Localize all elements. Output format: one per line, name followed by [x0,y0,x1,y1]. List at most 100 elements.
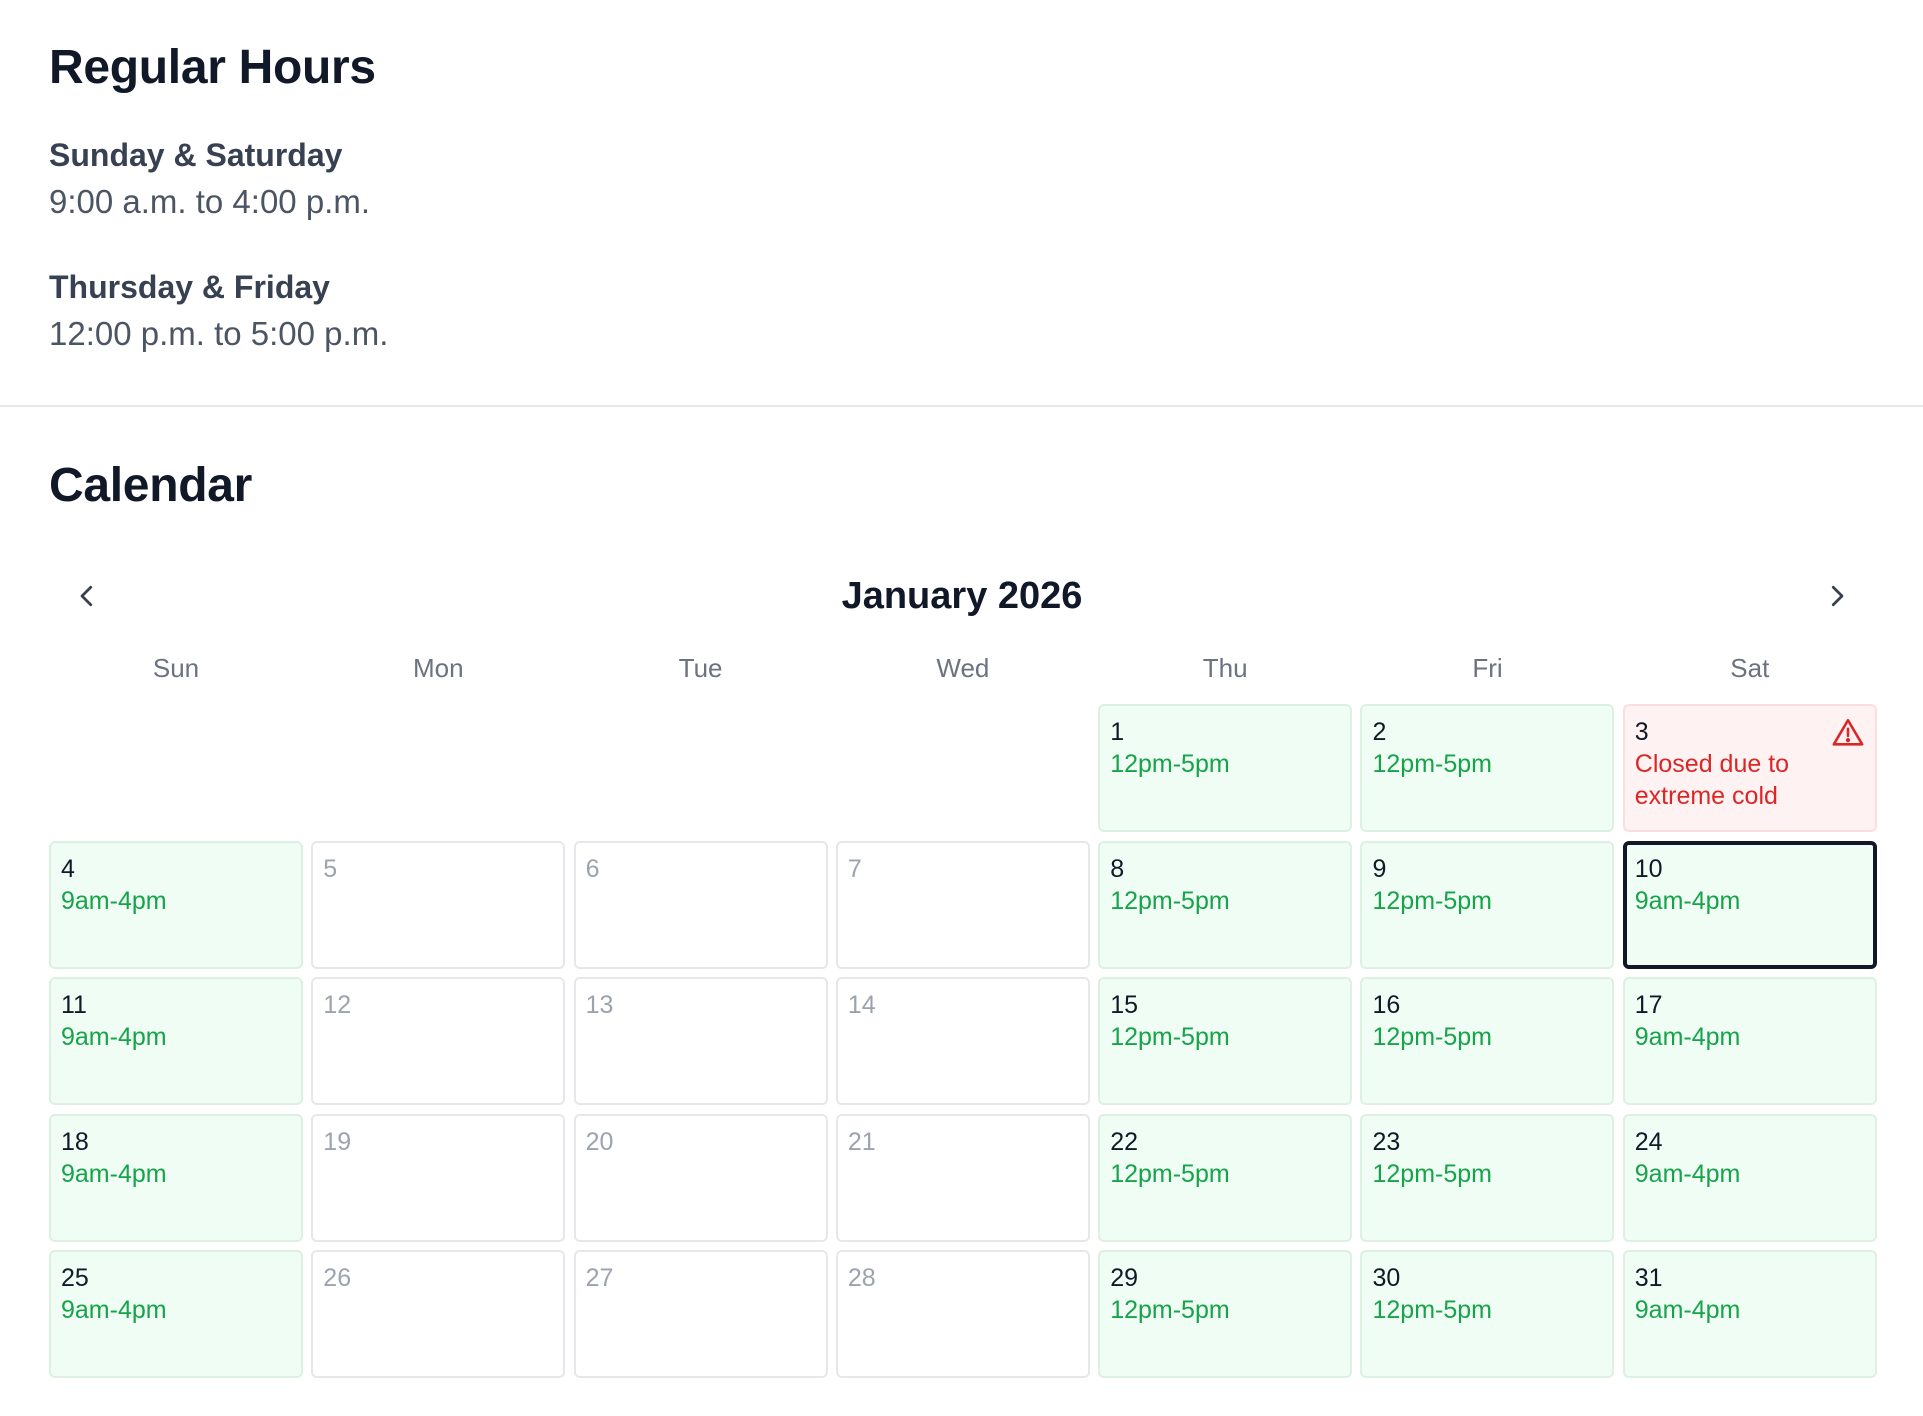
calendar-day-7[interactable]: 7 [835,840,1090,969]
calendar-day-21[interactable]: 21 [835,1113,1090,1242]
day-hours: 12pm-5pm [1372,750,1492,778]
weekday-thu: Thu [1202,653,1248,683]
chevron-right-icon [1831,585,1844,607]
day-number: 29 [1110,1264,1138,1292]
day-hours: 12pm-5pm [1372,1023,1492,1051]
calendar-day-19[interactable]: 19 [311,1113,566,1242]
day-number: 23 [1372,1127,1401,1156]
day-number: 4 [61,854,75,883]
calendar-day-29[interactable]: 29 12pm-5pm [1098,1250,1353,1378]
calendar-empty-cell [836,704,1090,832]
day-hours: 12pm-5pm [1372,1159,1492,1188]
section-divider [0,405,1923,407]
calendar-day-28[interactable]: 28 [835,1250,1090,1378]
day-number: 1 [1110,718,1125,746]
day-number: 22 [1110,1127,1138,1156]
hours-time-label: 9:00 a.m. to 4:00 p.m. [49,183,371,220]
calendar-day-30[interactable]: 30 12pm-5pm [1360,1250,1615,1378]
day-number: 30 [1372,1264,1401,1292]
day-number: 26 [323,1264,352,1292]
regular-hours-section: Regular Hours Sunday & Saturday 9:00 a.m… [0,0,1923,366]
weekday-mon: Mon [413,653,464,683]
calendar-title: Calendar [49,459,253,512]
day-number: 9 [1372,854,1387,883]
calendar-day-12[interactable]: 12 [311,977,566,1105]
day-number: 5 [323,854,338,883]
day-hours: 12pm-5pm [1110,750,1230,778]
calendar-day-11[interactable]: 11 9am-4pm [49,977,303,1105]
calendar-day-15[interactable]: 15 12pm-5pm [1098,977,1353,1105]
day-number: 14 [847,991,876,1019]
day-number: 24 [1634,1127,1663,1156]
day-hours: 9am-4pm [61,886,167,915]
closure-notice: Closed due to extreme cold [1634,750,1790,810]
day-hours: 9am-4pm [61,1159,167,1188]
day-hours: 12pm-5pm [1372,1296,1492,1324]
calendar-day-25[interactable]: 25 9am-4pm [49,1250,303,1378]
weekday-fri: Fri [1472,653,1503,683]
next-month-button[interactable] [1809,568,1865,624]
day-hours: 9am-4pm [1634,1296,1741,1324]
day-hours: 12pm-5pm [1110,1023,1230,1051]
day-number: 10 [1634,854,1663,883]
day-number: 13 [585,991,614,1019]
hours-days-label: Sunday & Saturday [49,137,343,173]
calendar-day-20[interactable]: 20 [573,1113,828,1242]
calendar-day-24[interactable]: 24 9am-4pm [1622,1113,1877,1242]
calendar-empty-cell [574,704,828,832]
calendar-day-1[interactable]: 1 12pm-5pm [1098,704,1353,832]
calendar-day-26[interactable]: 26 [311,1250,566,1378]
calendar-day-22[interactable]: 22 12pm-5pm [1098,1113,1353,1242]
day-number: 12 [323,991,352,1019]
day-number: 2 [1372,718,1387,746]
day-number: 31 [1634,1264,1663,1292]
weekday-sun: Sun [152,653,200,683]
calendar-empty-cell [49,704,303,832]
calendar-header: January 2026 [49,556,1875,636]
calendar-day-6[interactable]: 6 [573,840,828,969]
calendar-day-4[interactable]: 4 9am-4pm [49,840,303,969]
calendar-day-18[interactable]: 18 9am-4pm [49,1113,303,1242]
day-number: 8 [1110,854,1125,883]
day-number: 28 [847,1264,876,1292]
calendar-day-8[interactable]: 8 12pm-5pm [1098,840,1353,969]
month-label: January 2026 [841,575,1083,617]
calendar-day-10[interactable]: 10 9am-4pm [1622,840,1877,969]
day-number: 6 [585,854,600,883]
day-hours: 9am-4pm [61,1296,167,1324]
day-number: 11 [61,991,87,1019]
calendar-grid: 1 12pm-5pm 2 12pm-5pm 3 Closed due to extreme… [49,704,1877,1378]
day-hours: 12pm-5pm [1110,886,1230,915]
hours-days-label: Thursday & Friday [49,269,330,305]
day-hours: 9am-4pm [1634,1023,1741,1051]
day-number: 16 [1372,991,1401,1019]
day-hours: 9am-4pm [1634,1159,1741,1188]
calendar-day-17[interactable]: 17 9am-4pm [1622,977,1877,1105]
day-number: 20 [585,1127,614,1156]
day-hours: 12pm-5pm [1110,1296,1230,1324]
day-hours: 12pm-5pm [1110,1159,1230,1188]
calendar-day-9[interactable]: 9 12pm-5pm [1360,840,1615,969]
calendar-day-5[interactable]: 5 [311,840,566,969]
day-number: 7 [847,854,862,883]
day-hours: 9am-4pm [1634,886,1741,915]
weekday-wed: Wed [936,653,990,683]
calendar-day-16[interactable]: 16 12pm-5pm [1360,977,1615,1105]
calendar-day-2[interactable]: 2 12pm-5pm [1360,704,1615,832]
hours-group-weekend: Sunday & Saturday 9:00 a.m. to 4:00 p.m. [49,136,1874,222]
calendar-day-13[interactable]: 13 [573,977,828,1105]
calendar-day-23[interactable]: 23 12pm-5pm [1360,1113,1615,1242]
calendar-day-31[interactable]: 31 9am-4pm [1622,1250,1877,1378]
weekday-header-row: Sun Mon Tue Wed Thu Fri Sat [49,652,1875,684]
day-number: 15 [1110,991,1138,1019]
regular-hours-title: Regular Hours [49,41,376,94]
day-number: 27 [585,1264,614,1292]
weekday-sat: Sat [1730,653,1770,683]
calendar-day-27[interactable]: 27 [573,1250,828,1378]
day-hours: 12pm-5pm [1372,886,1492,915]
calendar-day-14[interactable]: 14 [835,977,1090,1105]
calendar-day-3[interactable]: 3 Closed due to extreme cold [1622,704,1877,832]
calendar-empty-cell [311,704,565,832]
day-number: 21 [847,1127,876,1156]
day-number: 19 [323,1127,352,1156]
